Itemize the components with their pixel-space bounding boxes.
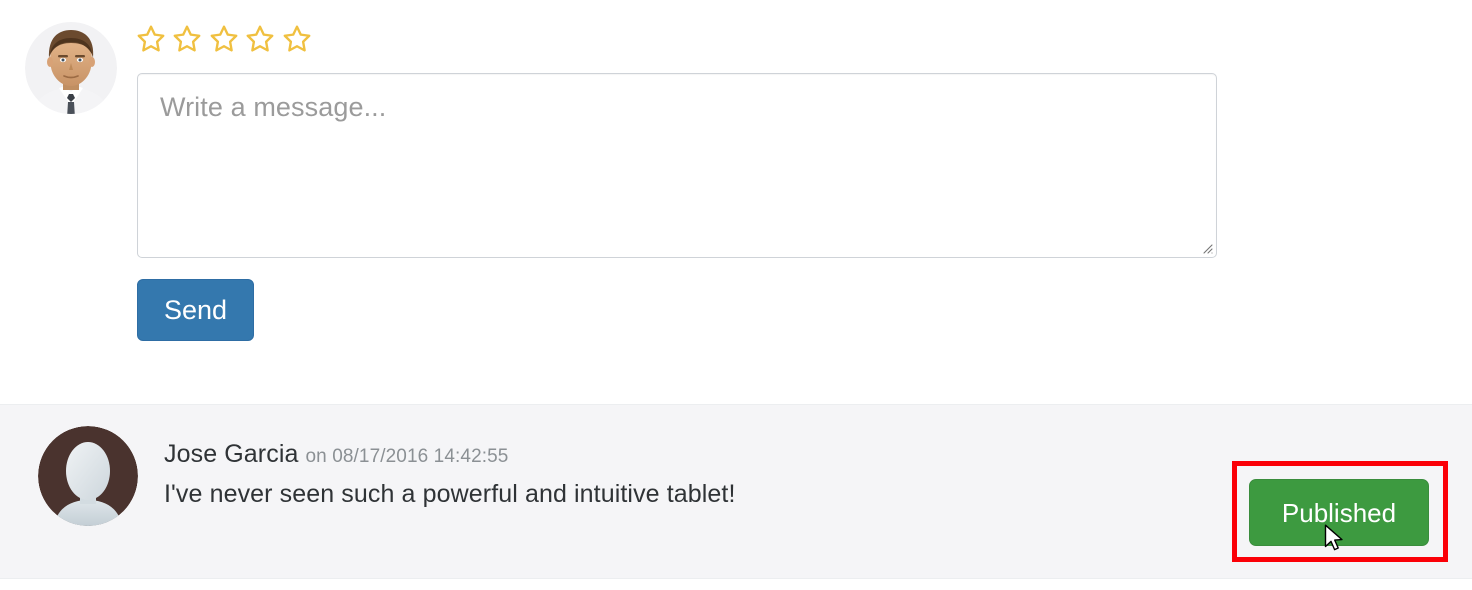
comment-author-name: Jose Garcia [164,440,299,468]
star-outline-icon [137,25,165,52]
star-3[interactable] [209,24,239,67]
comment-header: Jose Garcia on 08/17/2016 14:42:55 [164,440,508,469]
star-5[interactable] [282,24,312,67]
comment-timestamp: on 08/17/2016 14:42:55 [305,446,509,467]
send-button[interactable]: Send [137,279,254,341]
star-outline-icon [283,25,311,52]
star-outline-icon [210,25,238,52]
default-person-avatar-icon [38,426,138,526]
star-rating[interactable] [136,24,314,58]
star-outline-icon [174,25,201,52]
published-status-button[interactable]: Published [1249,479,1429,546]
star-outline-icon [246,25,274,52]
author-avatar [25,18,117,118]
star-4[interactable] [245,24,275,67]
user-photo-avatar-icon [25,22,117,114]
review-page: Write a message... Send Jose Garcia on 0… [0,0,1472,590]
comment-text: I've never seen such a powerful and intu… [164,480,736,508]
star-2[interactable] [172,24,202,67]
message-textarea[interactable]: Write a message... [137,73,1217,258]
compose-review-section: Write a message... Send [0,0,1472,380]
resize-grip-icon[interactable] [1199,240,1213,254]
comment-avatar [38,426,138,526]
star-1[interactable] [136,24,166,67]
message-placeholder: Write a message... [160,92,387,122]
